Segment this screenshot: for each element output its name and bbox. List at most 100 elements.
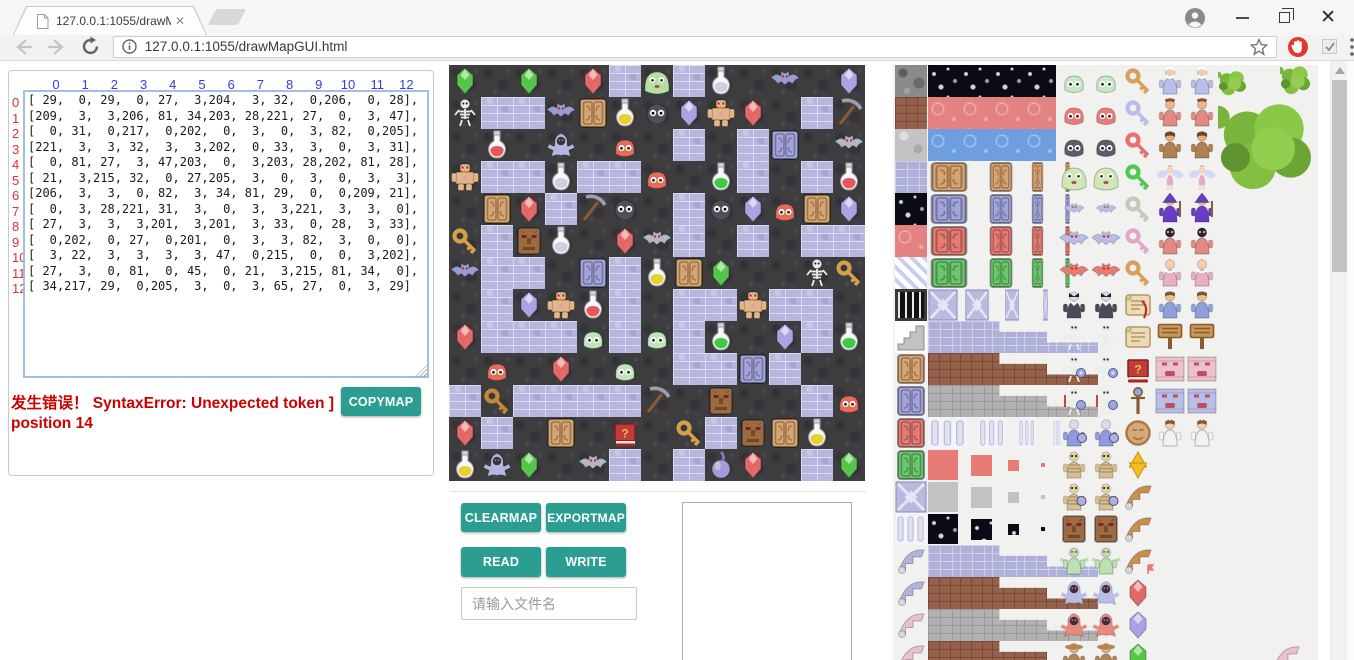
tileset-square[interactable]: [928, 482, 958, 512]
tileset-door-frame[interactable]: [988, 257, 1014, 289]
restore-button[interactable]: [1279, 12, 1290, 23]
map-tile-golem[interactable]: [449, 161, 481, 193]
map-tile-ghost[interactable]: [481, 449, 513, 481]
tileset-sprite-fighter[interactable]: [1154, 129, 1186, 161]
map-tile-dark-floor[interactable]: [545, 257, 577, 289]
tileset-sprite-ghost[interactable]: [1090, 577, 1122, 609]
filename-input[interactable]: [461, 587, 637, 620]
tileset-tree[interactable]: [1218, 100, 1311, 192]
address-bar[interactable]: 127.0.0.1:1055/drawMapGUI.html: [113, 36, 1277, 58]
map-tile-brick-wall[interactable]: [449, 385, 481, 417]
tileset-door-frame[interactable]: [988, 225, 1014, 257]
map-tile-potion-red[interactable]: [577, 289, 609, 321]
tileset-wing-partial[interactable]: [1270, 642, 1302, 660]
map-tile-dark-floor[interactable]: [641, 289, 673, 321]
tileset-wide-redpat[interactable]: [928, 97, 1056, 129]
tileset-wing[interactable]: [895, 545, 927, 577]
map-tile-dark-floor[interactable]: [449, 289, 481, 321]
map-tile-gem-purple[interactable]: [673, 97, 705, 129]
tileset-sprite-fighter[interactable]: [1186, 129, 1218, 161]
map-tile-gem-green[interactable]: [833, 449, 865, 481]
map-tile-gem-purple[interactable]: [833, 65, 865, 97]
map-tile-slime-pale-green[interactable]: [609, 353, 641, 385]
window-close-button[interactable]: ✕: [1320, 8, 1336, 27]
map-tile-ghost[interactable]: [545, 129, 577, 161]
map-tile-dark-eyeball[interactable]: [705, 193, 737, 225]
tileset-ornate-frame[interactable]: [928, 289, 958, 321]
map-tile-brick-wall[interactable]: [673, 321, 705, 353]
page-info-icon[interactable]: [122, 39, 137, 54]
browser-tab[interactable]: 127.0.0.1:1055/drawMa ✕: [14, 7, 206, 35]
tileset-sprite-sign[interactable]: [1186, 321, 1218, 353]
map-tile-brick-wall[interactable]: [673, 289, 705, 321]
map-tile-brick-wall[interactable]: [705, 353, 737, 385]
tileset-sprite-slime[interactable]: [1090, 129, 1122, 161]
tileset-sprite-key[interactable]: [1122, 225, 1154, 257]
map-tile-brick-wall[interactable]: [801, 449, 833, 481]
map-tile-potion-yellow[interactable]: [801, 417, 833, 449]
tileset-square[interactable]: [971, 455, 992, 476]
map-tile-brick-wall[interactable]: [737, 129, 769, 161]
tileset-sprite-monk[interactable]: [1154, 97, 1186, 129]
tileset-sprite-mummy[interactable]: [1058, 449, 1090, 481]
tileset-door[interactable]: [895, 417, 927, 449]
tileset-square[interactable]: [928, 514, 958, 544]
map-tile-brick-wall[interactable]: [609, 257, 641, 289]
write-button[interactable]: WRITE: [546, 547, 626, 577]
tileset-sprite-bride[interactable]: [1186, 417, 1218, 449]
map-tile-stone-face[interactable]: [705, 385, 737, 417]
tileset-door-frame[interactable]: [928, 225, 970, 257]
tileset-door-frame[interactable]: [928, 257, 970, 289]
map-tile-bat-gray[interactable]: [833, 129, 865, 161]
profile-icon[interactable]: [1184, 7, 1206, 29]
new-tab-button[interactable]: [208, 9, 247, 25]
map-tile-dark-floor[interactable]: [833, 353, 865, 385]
back-icon[interactable]: [12, 37, 34, 57]
minimize-button[interactable]: [1236, 17, 1249, 19]
map-tile-brick-wall[interactable]: [673, 193, 705, 225]
map-tile-brick-wall[interactable]: [481, 225, 513, 257]
map-tile-brick-wall[interactable]: [609, 289, 641, 321]
map-tile-brick-wall[interactable]: [545, 193, 577, 225]
tileset-wing[interactable]: [895, 609, 927, 641]
map-tile-dark-floor[interactable]: [641, 417, 673, 449]
reload-icon[interactable]: [80, 36, 101, 57]
map-tile-brick-wall[interactable]: [737, 161, 769, 193]
tileset-sprite-bigface[interactable]: [1058, 513, 1090, 545]
tileset-sprite-skelsword[interactable]: [1090, 385, 1122, 417]
tileset-pillar-frame[interactable]: [978, 417, 1006, 449]
tileset-sprite-ghost[interactable]: [1058, 609, 1090, 641]
map-tile-brick-wall[interactable]: [545, 385, 577, 417]
map-tile-slime-pale-green[interactable]: [641, 321, 673, 353]
read-button[interactable]: READ: [461, 547, 541, 577]
tileset-sprite-slime[interactable]: [1058, 97, 1090, 129]
map-tile-slime-red[interactable]: [769, 193, 801, 225]
tileset-square[interactable]: [1008, 524, 1019, 535]
tileset-sprite-key[interactable]: [1122, 65, 1154, 97]
map-tile-dark-floor[interactable]: [641, 449, 673, 481]
map-tile-brick-wall[interactable]: [801, 321, 833, 353]
tileset-door-frame[interactable]: [988, 193, 1014, 225]
map-tile-brick-wall[interactable]: [609, 385, 641, 417]
tileset-sprite-hatguy[interactable]: [1058, 641, 1090, 660]
map-tile-door-purple[interactable]: [577, 257, 609, 289]
tileset-sprite-key[interactable]: [1122, 97, 1154, 129]
menu-dots-icon[interactable]: [1350, 38, 1354, 56]
map-tile-potion-silver[interactable]: [545, 161, 577, 193]
tileset-sprite-sign[interactable]: [1154, 321, 1186, 353]
map-tile-dark-floor[interactable]: [737, 321, 769, 353]
tileset-square[interactable]: [1041, 495, 1045, 499]
tileset-sprite-ghost[interactable]: [1058, 577, 1090, 609]
map-tile-dark-floor[interactable]: [801, 353, 833, 385]
map-tile-brick-wall[interactable]: [609, 449, 641, 481]
map-tile-dark-eyeball[interactable]: [641, 97, 673, 129]
scrollbar-up-arrow-icon[interactable]: [1335, 67, 1345, 74]
tileset-sprite-scroll[interactable]: [1122, 321, 1154, 353]
map-tile-potion-yellow[interactable]: [449, 449, 481, 481]
tileset-sprite-slime[interactable]: [1090, 65, 1122, 97]
checkbox-extension-icon[interactable]: [1322, 39, 1337, 54]
tileset-sprite-wingflag[interactable]: [1122, 545, 1154, 577]
map-tile-door-wood[interactable]: [801, 193, 833, 225]
map-tile-brick-wall[interactable]: [481, 289, 513, 321]
map-tile-brick-wall[interactable]: [705, 289, 737, 321]
